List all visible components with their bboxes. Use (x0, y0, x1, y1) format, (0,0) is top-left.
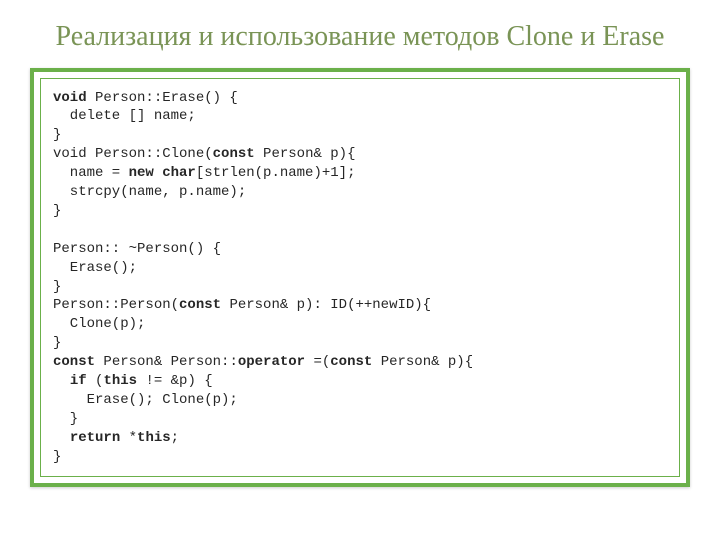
code-text (53, 430, 70, 446)
kw-const: const (330, 354, 372, 370)
code-text: } (53, 203, 61, 219)
code-text: } (53, 449, 61, 465)
code-text: } (53, 279, 61, 295)
kw-new-char: new char (129, 165, 196, 181)
kw-this: this (137, 430, 171, 446)
kw-const: const (179, 297, 221, 313)
code-text: Person& p){ (255, 146, 356, 162)
code-text: ( (87, 373, 104, 389)
code-text: Person:: ~Person() { (53, 241, 221, 257)
code-text: name = (53, 165, 129, 181)
code-text: Person& p){ (372, 354, 473, 370)
kw-this: this (103, 373, 137, 389)
code-text: Person::Person( (53, 297, 179, 313)
kw-void: void (53, 90, 87, 106)
code-block: void Person::Erase() { delete [] name; }… (53, 89, 667, 467)
code-text: Erase(); Clone(p); (53, 392, 238, 408)
code-frame-inner: void Person::Erase() { delete [] name; }… (40, 78, 680, 478)
code-text: } (53, 411, 78, 427)
code-text: ; (171, 430, 179, 446)
slide: Реализация и использование методов Clone… (0, 0, 720, 540)
slide-title: Реализация и использование методов Clone… (30, 20, 690, 54)
code-text: delete [] name; (53, 108, 196, 124)
code-text: strcpy(name, p.name); (53, 184, 246, 200)
kw-const: const (53, 354, 95, 370)
code-text: != &p) { (137, 373, 213, 389)
code-text: Erase(); (53, 260, 137, 276)
code-text: * (120, 430, 137, 446)
code-frame-outer: void Person::Erase() { delete [] name; }… (30, 68, 690, 488)
kw-return: return (70, 430, 120, 446)
kw-operator: operator (238, 354, 305, 370)
code-text: [strlen(p.name)+1]; (196, 165, 356, 181)
code-text: Person& p): ID(++newID){ (221, 297, 431, 313)
code-text: Clone(p); (53, 316, 145, 332)
code-text: Person::Erase() { (87, 90, 238, 106)
kw-if: if (70, 373, 87, 389)
code-text: void Person::Clone( (53, 146, 213, 162)
code-text: =( (305, 354, 330, 370)
code-text: } (53, 335, 61, 351)
code-text (53, 373, 70, 389)
kw-const: const (213, 146, 255, 162)
code-text: Person& Person:: (95, 354, 238, 370)
code-text: } (53, 127, 61, 143)
